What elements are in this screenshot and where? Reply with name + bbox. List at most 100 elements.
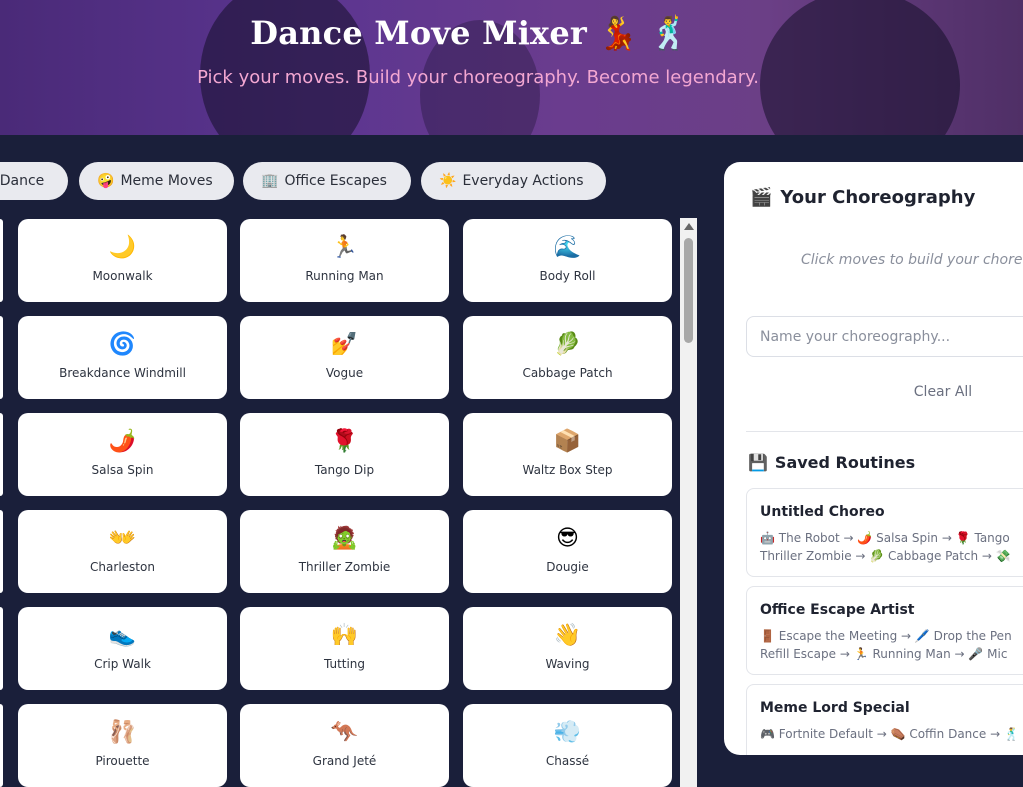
open-hands-icon: 👐 [108, 526, 137, 551]
choreography-heading: 🎬 Your Choreography [750, 187, 975, 208]
tab-meme-moves[interactable]: 🤪 Meme Moves [79, 162, 234, 200]
move-card-tutting[interactable]: 🙌 Tutting [240, 607, 449, 690]
dash-icon: 💨 [553, 720, 582, 745]
tab-everyday-actions[interactable]: ☀️ Everyday Actions [421, 162, 606, 200]
routine-title: Untitled Choreo [760, 504, 885, 520]
sun-icon: ☀️ [439, 173, 457, 189]
tab-office-escapes[interactable]: 🏢 Office Escapes [243, 162, 411, 200]
page-subtitle: Pick your moves. Build your choreography… [197, 67, 759, 88]
move-label: Waving [545, 657, 590, 671]
move-label: Cabbage Patch [522, 366, 613, 380]
move-label: Charleston [90, 560, 155, 574]
move-card-partial[interactable] [0, 413, 3, 496]
move-card-tango-dip[interactable]: 🌹 Tango Dip [240, 413, 449, 496]
panel-divider [746, 431, 1023, 432]
move-card-partial[interactable] [0, 219, 3, 302]
running-person-icon: 🏃 [330, 235, 359, 260]
saved-routine-card[interactable]: Office Escape Artist 🚪 Escape the Meetin… [746, 586, 1023, 675]
move-label: Tango Dip [314, 463, 375, 477]
routine-moves-line: 🎮 Fortnite Default → ⚰️ Coffin Dance → 🕺 [760, 727, 1019, 741]
move-card-salsa-spin[interactable]: 🌶️ Salsa Spin [18, 413, 227, 496]
hero-banner: Dance Move Mixer 💃 🕺 Pick your moves. Bu… [0, 0, 1023, 135]
move-card-crip-walk[interactable]: 👟 Crip Walk [18, 607, 227, 690]
waving-hand-icon: 👋 [553, 623, 582, 648]
move-label: Moonwalk [92, 269, 153, 283]
scrollbar-thumb[interactable] [684, 238, 693, 343]
move-card-partial[interactable] [0, 510, 3, 593]
office-building-icon: 🏢 [261, 173, 279, 189]
ballet-shoes-icon: 🩰 [108, 720, 137, 745]
move-card-charleston[interactable]: 👐 Charleston [18, 510, 227, 593]
rose-icon: 🌹 [330, 429, 359, 454]
routine-moves: 🚪 Escape the Meeting → 🖊️ Drop the Pen R… [760, 627, 1023, 663]
floppy-disk-icon: 💾 [748, 453, 768, 472]
zombie-icon: 🧟 [330, 526, 359, 551]
routine-moves-line: 🚪 Escape the Meeting → 🖊️ Drop the Pen [760, 629, 1012, 643]
tab-label: s Dance [0, 173, 45, 189]
package-icon: 📦 [553, 429, 582, 454]
move-label: Thriller Zombie [298, 560, 391, 574]
move-card-running-man[interactable]: 🏃 Running Man [240, 219, 449, 302]
saved-routine-card[interactable]: Meme Lord Special 🎮 Fortnite Default → ⚰… [746, 684, 1023, 755]
move-card-grand-jete[interactable]: 🦘 Grand Jeté [240, 704, 449, 787]
moves-grid: 🌙 Moonwalk 🏃 Running Man 🌊 Body Roll 🌀 B… [0, 218, 679, 787]
choreography-title: Your Choreography [780, 187, 976, 208]
move-label: Crip Walk [94, 657, 151, 671]
tab-label: Office Escapes [284, 173, 387, 189]
move-label: Dougie [546, 560, 589, 574]
moves-scrollbar[interactable] [680, 218, 697, 787]
choreography-name-input[interactable] [746, 316, 1023, 357]
tab-label: Meme Moves [120, 173, 213, 189]
crazy-face-icon: 🤪 [97, 173, 115, 189]
page-title: Dance Move Mixer 💃 🕺 [250, 14, 690, 52]
routine-moves-line: 🤖 The Robot → 🌶️ Salsa Spin → 🌹 Tango [760, 531, 1010, 545]
move-card-breakdance-windmill[interactable]: 🌀 Breakdance Windmill [18, 316, 227, 399]
move-card-thriller-zombie[interactable]: 🧟 Thriller Zombie [240, 510, 449, 593]
move-card-body-roll[interactable]: 🌊 Body Roll [463, 219, 672, 302]
move-label: Pirouette [95, 754, 150, 768]
move-label: Tutting [323, 657, 366, 671]
nail-polish-icon: 💅 [330, 332, 359, 357]
move-card-waltz-box-step[interactable]: 📦 Waltz Box Step [463, 413, 672, 496]
saved-routines-title: Saved Routines [774, 453, 916, 472]
move-card-partial[interactable] [0, 704, 3, 787]
move-card-partial[interactable] [0, 607, 3, 690]
move-card-dougie[interactable]: 😎 Dougie [463, 510, 672, 593]
leafy-green-icon: 🥬 [553, 332, 582, 357]
raised-hands-icon: 🙌 [330, 623, 359, 648]
tab-partial-dance[interactable]: s Dance [0, 162, 68, 200]
empty-choreography-hint: Click moves to build your chore [801, 252, 1023, 268]
scroll-up-arrow-icon[interactable] [684, 223, 694, 230]
move-label: Breakdance Windmill [59, 366, 186, 380]
tab-label: Everyday Actions [462, 173, 584, 189]
routine-title: Office Escape Artist [760, 602, 915, 618]
move-card-moonwalk[interactable]: 🌙 Moonwalk [18, 219, 227, 302]
wave-icon: 🌊 [553, 235, 582, 260]
kangaroo-icon: 🦘 [330, 720, 359, 745]
routine-moves: 🎮 Fortnite Default → ⚰️ Coffin Dance → 🕺 [760, 725, 1023, 743]
saved-routines-heading: 💾 Saved Routines [748, 453, 915, 472]
sneaker-icon: 👟 [108, 623, 137, 648]
routine-title: Meme Lord Special [760, 700, 910, 716]
move-label: Salsa Spin [91, 463, 154, 477]
move-card-partial[interactable] [0, 316, 3, 399]
move-label: Chassé [545, 754, 590, 768]
move-label: Body Roll [539, 269, 596, 283]
move-card-chasse[interactable]: 💨 Chassé [463, 704, 672, 787]
saved-routine-card[interactable]: Untitled Choreo 🤖 The Robot → 🌶️ Salsa S… [746, 488, 1023, 577]
clear-all-button[interactable]: Clear All [874, 384, 1012, 400]
move-card-vogue[interactable]: 💅 Vogue [240, 316, 449, 399]
move-label: Waltz Box Step [522, 463, 613, 477]
hot-pepper-icon: 🌶️ [108, 429, 137, 454]
move-card-cabbage-patch[interactable]: 🥬 Cabbage Patch [463, 316, 672, 399]
routine-moves-line: Refill Escape → 🏃 Running Man → 🎤 Mic [760, 647, 1008, 661]
cyclone-icon: 🌀 [108, 332, 137, 357]
move-label: Vogue [325, 366, 364, 380]
move-label: Grand Jeté [312, 754, 377, 768]
clapper-board-icon: 🎬 [750, 187, 773, 208]
move-card-waving[interactable]: 👋 Waving [463, 607, 672, 690]
move-card-pirouette[interactable]: 🩰 Pirouette [18, 704, 227, 787]
move-label: Running Man [305, 269, 384, 283]
moon-icon: 🌙 [108, 235, 137, 260]
routine-moves-line: Thriller Zombie → 🥬 Cabbage Patch → 💸 [760, 549, 1011, 563]
